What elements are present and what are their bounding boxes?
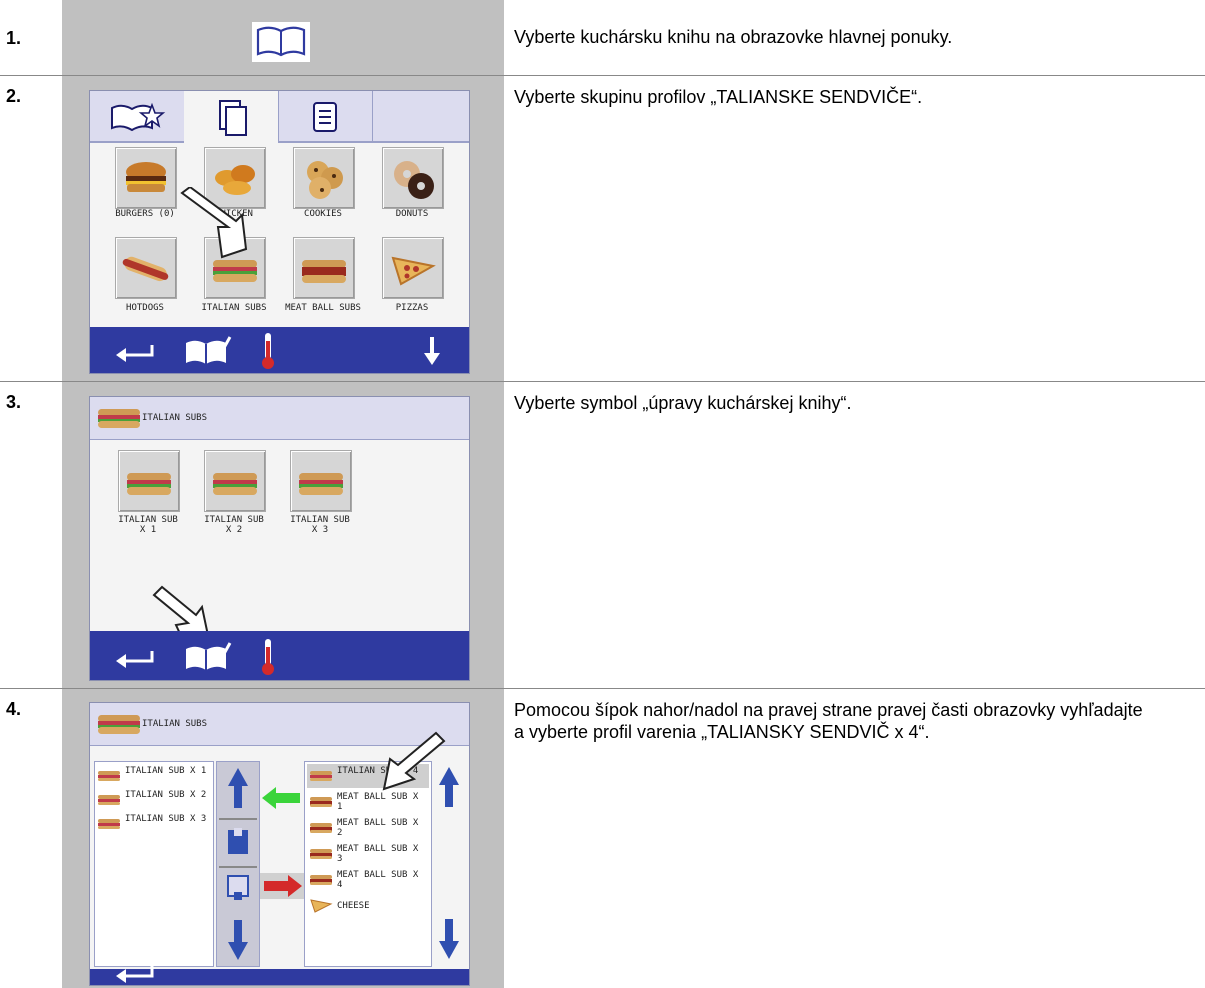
sub-icon[interactable] xyxy=(118,450,180,512)
sub-icon[interactable] xyxy=(204,450,266,512)
move-down-icon[interactable] xyxy=(226,874,250,904)
step-number: 1. xyxy=(6,28,22,48)
donuts-icon[interactable] xyxy=(382,147,444,209)
thermometer-icon[interactable] xyxy=(258,331,278,371)
cookbook-icon[interactable] xyxy=(252,22,310,62)
step-description: Vyberte symbol „úpravy kuchárskej knihy“… xyxy=(514,393,852,413)
pizza-icon[interactable] xyxy=(382,237,444,299)
sub-icon xyxy=(98,715,140,734)
tile-label: DONUTS xyxy=(395,209,429,219)
step-description: Pomocou šípok nahor/nadol na pravej stra… xyxy=(514,700,1143,742)
remove-arrow-icon[interactable] xyxy=(260,873,304,899)
left-scroll-column xyxy=(216,761,260,967)
italian-subs-screen: ITALIAN SUBS ITALIAN SUB X 1 ITALIAN SUB… xyxy=(89,396,470,681)
edit-cookbook-screen: ITALIAN SUBS ITALIAN SUB X 1 ITALIAN SUB… xyxy=(89,702,470,986)
tile-label: ITALIAN SUB X 1 xyxy=(118,515,178,535)
cookies-icon[interactable] xyxy=(293,147,355,209)
sub-icon xyxy=(98,409,140,428)
list-item-label: ITALIAN SUB X 2 xyxy=(125,790,207,800)
list-item[interactable]: MEAT BALL SUB X 4 xyxy=(307,868,429,892)
pointer-arrow-icon xyxy=(382,731,446,791)
tile-label: ITALIAN SUBS xyxy=(201,303,267,313)
list-item-label: MEAT BALL SUB X 3 xyxy=(337,844,419,864)
back-icon[interactable] xyxy=(112,643,156,669)
list-item-label: MEAT BALL SUB X 1 xyxy=(337,792,419,812)
meatball-sub-icon[interactable] xyxy=(293,237,355,299)
step-number: 4. xyxy=(6,699,22,719)
list-item-label: ITALIAN SUB X 1 xyxy=(125,766,207,776)
edit-cookbook-icon[interactable] xyxy=(182,639,234,673)
list-item-label: MEAT BALL SUB X 2 xyxy=(337,818,419,838)
tile-label: ITALIAN SUB X 3 xyxy=(290,515,350,535)
tile-label: COOKIES xyxy=(304,209,342,219)
list-item[interactable]: ITALIAN SUB X 1 xyxy=(95,764,213,788)
bottom-bar xyxy=(90,631,469,680)
tab-list[interactable] xyxy=(278,91,373,141)
list-item-label: ITALIAN SUB X 3 xyxy=(125,814,207,824)
tab-cookbook[interactable] xyxy=(184,91,279,143)
scroll-down-icon[interactable] xyxy=(227,918,249,962)
tab-bar xyxy=(90,91,469,143)
list-item[interactable]: ITALIAN SUB X 3 xyxy=(95,812,213,836)
pointer-arrow-icon xyxy=(180,187,248,259)
tab-favorites[interactable] xyxy=(90,91,185,141)
add-arrow-icon[interactable] xyxy=(260,785,304,811)
scroll-up-icon[interactable] xyxy=(227,766,249,810)
list-item[interactable]: MEAT BALL SUB X 3 xyxy=(307,842,429,866)
list-item[interactable]: ITALIAN SUB X 2 xyxy=(95,788,213,812)
left-profile-list[interactable]: ITALIAN SUB X 1 ITALIAN SUB X 2 ITALIAN … xyxy=(94,761,214,967)
step-number: 2. xyxy=(6,86,22,106)
screen-header: ITALIAN SUBS xyxy=(90,397,469,440)
back-icon[interactable] xyxy=(112,337,156,363)
edit-cookbook-icon[interactable] xyxy=(182,333,234,367)
back-icon[interactable] xyxy=(112,962,156,984)
step-description: Vyberte kuchársku knihu na obrazovke hla… xyxy=(514,27,953,47)
sub-icon[interactable] xyxy=(290,450,352,512)
step-description: Vyberte skupinu profilov „TALIANSKE SEND… xyxy=(514,87,923,107)
thermometer-icon[interactable] xyxy=(258,637,278,677)
list-item[interactable]: CHEESE xyxy=(307,894,429,918)
list-item-label: MEAT BALL SUB X 4 xyxy=(337,870,419,890)
screen-title: ITALIAN SUBS xyxy=(142,413,208,423)
move-up-icon[interactable] xyxy=(226,826,250,856)
scroll-down-icon[interactable] xyxy=(422,335,442,367)
step-1-screenshot xyxy=(62,0,504,75)
main-menu-screen: BURGERS (0) CHICKEN COOKIES DONUTS HOTDO… xyxy=(89,90,470,374)
tile-label: ITALIAN SUB X 2 xyxy=(204,515,264,535)
scroll-down-icon[interactable] xyxy=(438,917,460,961)
step-number: 3. xyxy=(6,392,22,412)
tile-label: MEAT BALL SUBS xyxy=(285,303,361,313)
tile-label: HOTDOGS xyxy=(126,303,164,313)
list-item[interactable]: MEAT BALL SUB X 2 xyxy=(307,816,429,840)
tile-label: PIZZAS xyxy=(395,303,429,313)
bottom-bar xyxy=(90,327,469,373)
list-item-label: CHEESE xyxy=(337,901,370,911)
screen-title: ITALIAN SUBS xyxy=(142,719,208,729)
